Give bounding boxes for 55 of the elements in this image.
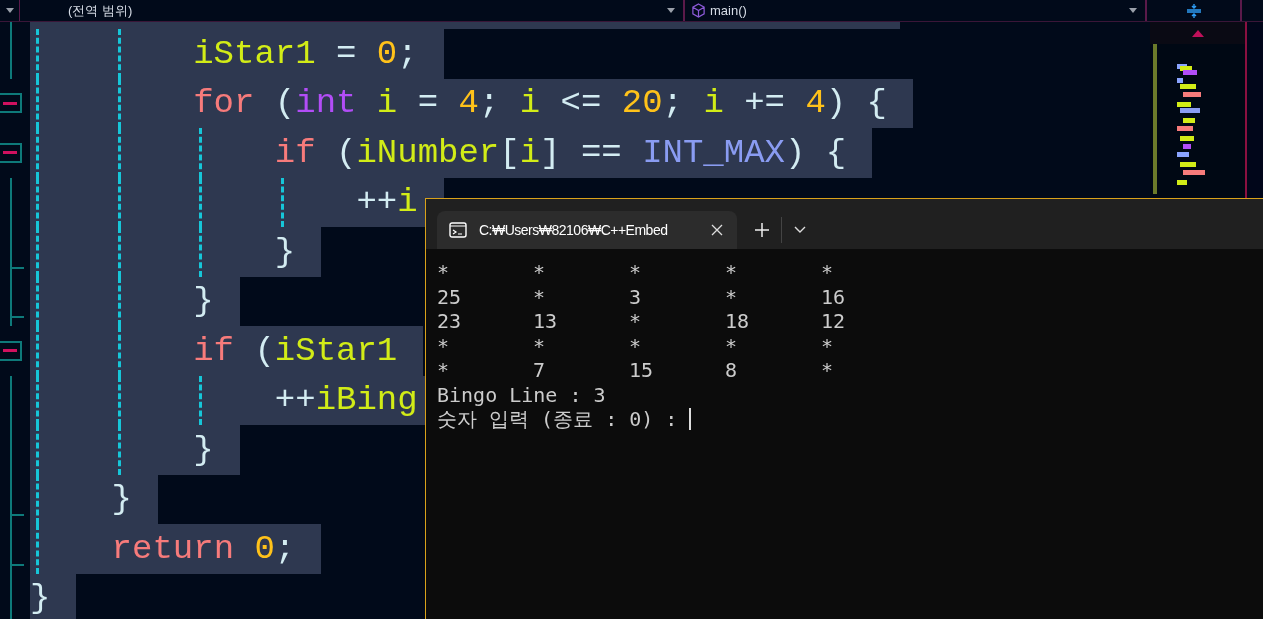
chevron-down-icon[interactable] <box>794 226 806 234</box>
new-tab-icon[interactable] <box>755 223 769 237</box>
board-cell-text: * <box>629 309 643 334</box>
board-cell-text: 16 <box>821 284 847 309</box>
board-cell-text: * <box>629 333 643 358</box>
board-cell-text: 15 <box>629 358 655 383</box>
board-cell-text: * <box>437 333 451 358</box>
code-line: iStar1 = 0; <box>193 36 418 71</box>
terminal-tab[interactable]: C:₩Users₩82106₩C++Embed <box>437 211 737 249</box>
tab-title: C:₩Users₩82106₩C++Embed <box>479 220 669 240</box>
board-cell-text: 25 <box>437 284 463 309</box>
code-line: } <box>193 432 214 467</box>
code-line: ++i <box>356 185 418 220</box>
code-line: if (iStar1 <box>193 333 398 368</box>
code-line: } <box>274 234 296 269</box>
board-cell-text: * <box>437 358 451 383</box>
code-line: } <box>111 482 132 517</box>
terminal-icon <box>449 222 467 238</box>
collapse-icon[interactable] <box>0 93 22 114</box>
board-cell-text: * <box>533 284 547 309</box>
board-cell-text: 8 <box>725 358 739 383</box>
board-cell-text: * <box>821 333 835 358</box>
code-line: } <box>193 284 214 319</box>
close-icon[interactable] <box>711 224 723 236</box>
board-cell-text: * <box>821 260 835 285</box>
board-cell-text: * <box>725 260 739 285</box>
output-line: Bingo Line : 3 <box>437 382 606 407</box>
caret-icon <box>5 8 14 13</box>
caret-icon <box>1129 8 1137 13</box>
collapse-icon[interactable] <box>0 142 22 163</box>
cube-icon <box>691 3 706 18</box>
board-cell-text: 7 <box>533 358 547 383</box>
code-line: for (int i = 4; i <= 20; i += 4) { <box>193 86 888 121</box>
scrollbar[interactable] <box>1245 22 1263 198</box>
code-line: if (iNumber[i] == INT_MAX) { <box>274 135 847 170</box>
scroll-up-icon[interactable] <box>1191 29 1204 37</box>
board-cell-text: 3 <box>629 284 643 309</box>
caret-icon <box>667 8 675 13</box>
board-cell-text: * <box>629 260 643 285</box>
board-cell-text: * <box>725 333 739 358</box>
board-cell-text: * <box>437 260 451 285</box>
code-line: return 0; <box>111 531 296 566</box>
board-cell-text: * <box>725 284 739 309</box>
split-icon <box>1185 2 1202 19</box>
board-cell-text: 18 <box>725 309 751 334</box>
board-cell-text: 13 <box>533 309 559 334</box>
board-cell-text: 23 <box>437 309 463 334</box>
input-prompt: 숫자 입력 (종료 : 0) : <box>437 407 678 432</box>
collapse-icon[interactable] <box>0 340 22 361</box>
code-line: ++iBing <box>274 383 418 418</box>
board-cell-text: 12 <box>821 309 847 334</box>
code-line: } <box>30 581 51 616</box>
board-cell-text: * <box>533 333 547 358</box>
board-cell-text: * <box>821 358 835 383</box>
board-cell-text: * <box>533 260 547 285</box>
